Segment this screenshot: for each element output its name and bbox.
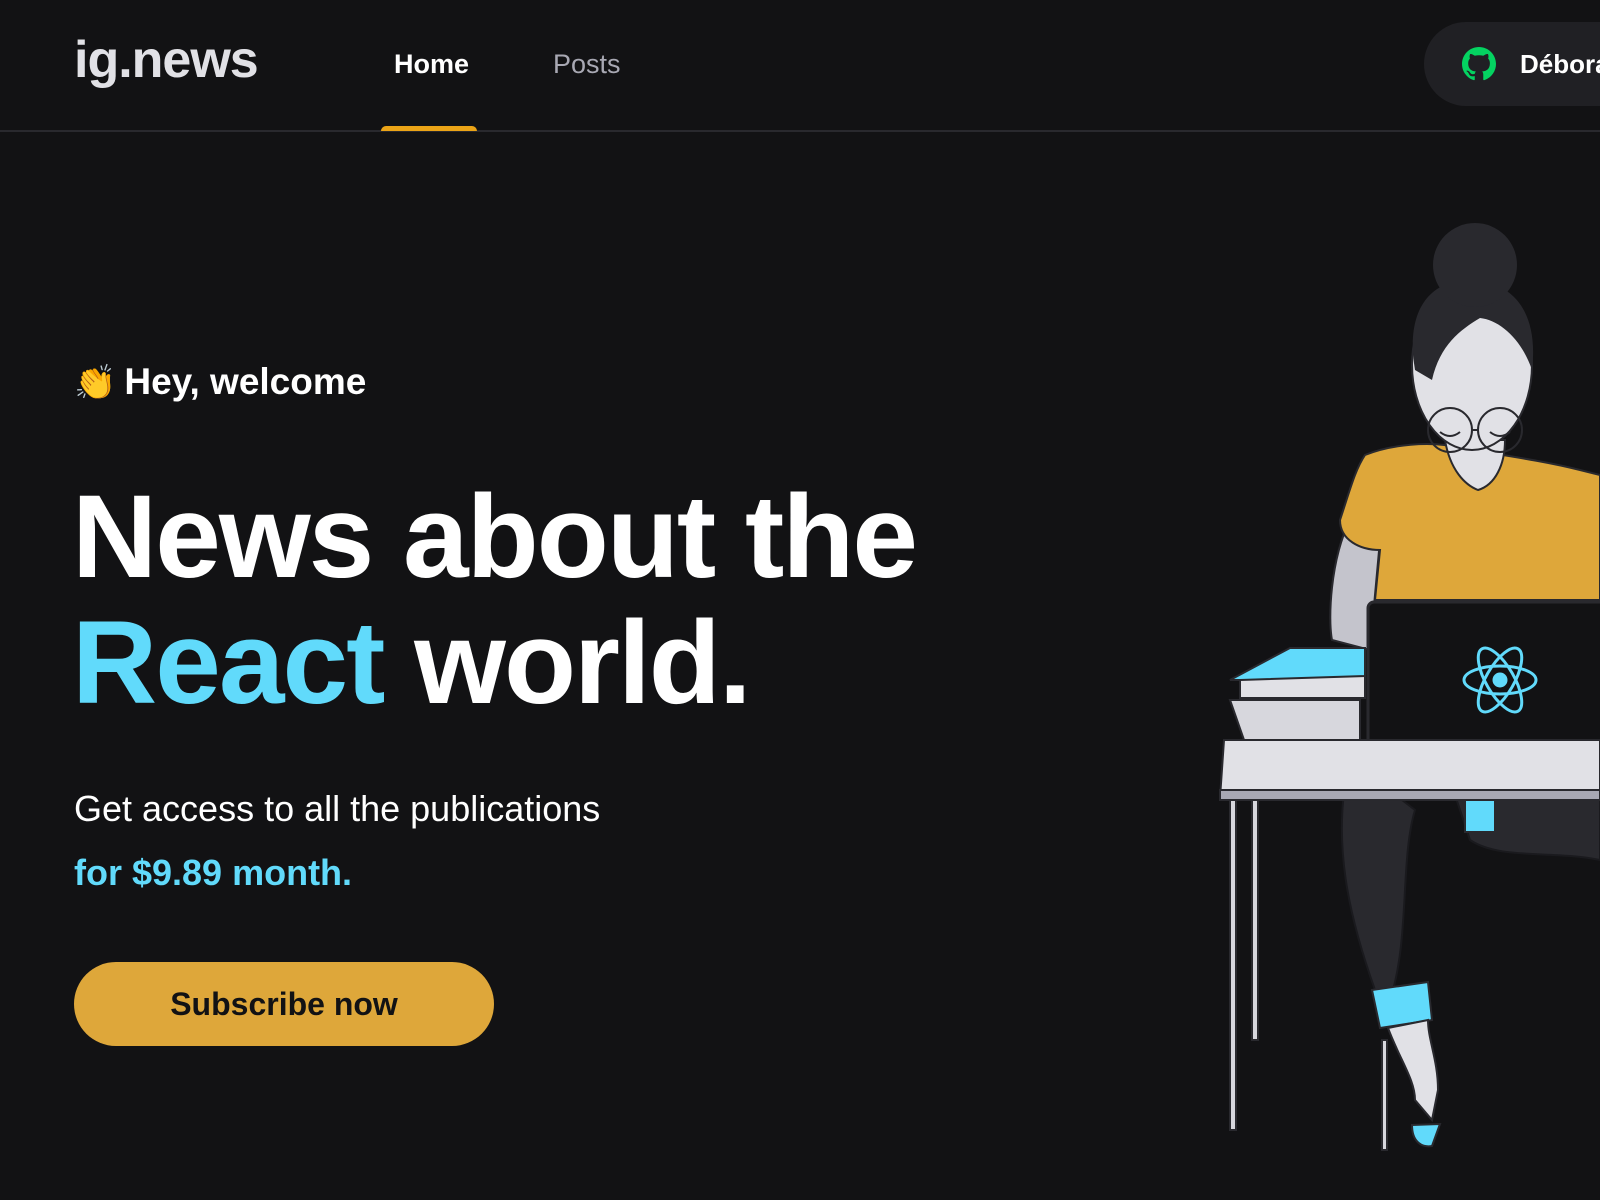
subscribe-button[interactable]: Subscribe now — [74, 962, 494, 1046]
logo[interactable]: ig.news — [74, 30, 259, 90]
hero-headline: News about the React world. — [72, 471, 918, 729]
hero-subtitle: Get access to all the publications — [74, 788, 601, 829]
signin-user-name: Débora — [1520, 49, 1600, 79]
headline-line-1: News about the — [72, 471, 918, 603]
welcome-text: 👏 Hey, welcome — [74, 358, 366, 407]
clapping-hands-icon: 👏 — [74, 364, 117, 402]
welcome-label: Hey, welcome — [124, 361, 367, 402]
hero-price: for $9.89 month. — [74, 852, 353, 893]
headline-accent: React — [72, 597, 385, 729]
header: ig.news Home Posts Débora — [0, 0, 1600, 132]
headline-rest: world. — [383, 597, 751, 729]
home-page: ig.news Home Posts Débora 👏Hey, welcome … — [0, 0, 1600, 1200]
github-signin-button[interactable]: Débora — [1424, 22, 1600, 106]
nav-home-link[interactable]: Home — [394, 44, 469, 84]
nav-posts-link[interactable]: Posts — [553, 44, 621, 84]
github-icon — [1462, 47, 1496, 81]
avatar-illustration — [1218, 223, 1600, 1151]
active-nav-indicator — [381, 126, 477, 131]
